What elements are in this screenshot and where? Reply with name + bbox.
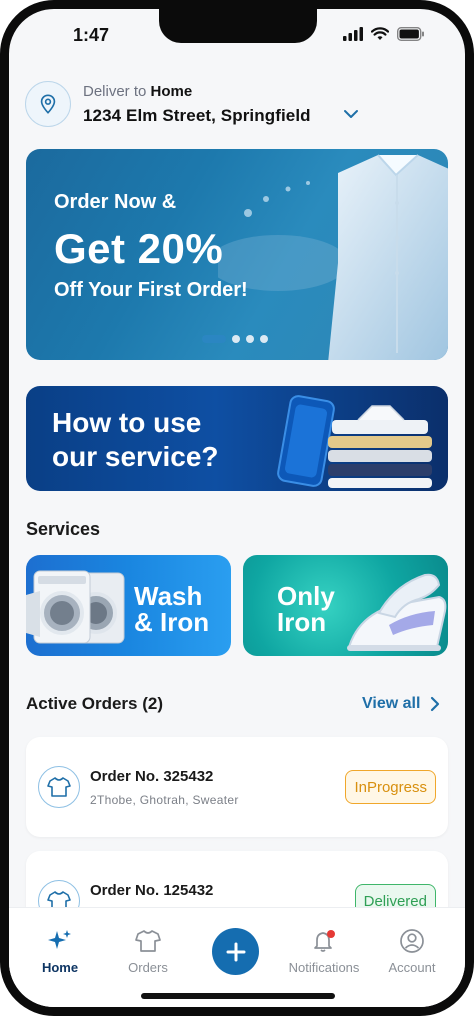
iron-icon [347,573,447,651]
services-heading: Services [26,519,101,539]
tab-orders[interactable]: Orders [103,926,193,975]
status-badge: InProgress [345,770,436,804]
status-time: 1:47 [73,25,110,45]
notch [159,9,317,43]
tab-label: Notifications [288,960,360,975]
tab-label: Home [41,960,79,975]
plus-icon [226,942,245,961]
signal-icon [343,27,363,41]
home-indicator [141,993,335,999]
wifi-icon [371,27,389,40]
bell-icon [279,926,369,956]
order-number: Order No. 325432 [90,768,214,785]
carousel-dot[interactable] [260,335,268,343]
tab-account[interactable]: Account [367,926,457,975]
phone-and-clothes-illustration [277,395,432,488]
chevron-down-icon [344,110,358,118]
service-card-only-iron[interactable]: Only Iron [243,555,448,656]
promo-line-3: Off Your First Order! [54,279,248,301]
delivery-address-selector[interactable]: Deliver to Home 1234 Elm Street, Springf… [25,79,465,139]
active-orders-heading: Active Orders (2) [26,694,163,713]
order-number: Order No. 125432 [90,882,214,899]
service-card-wash-iron[interactable]: Wash & Iron [26,555,231,656]
service-title: Wash & Iron [134,581,210,637]
tab-home[interactable]: Home [15,926,105,975]
tab-label: Account [388,960,436,975]
shirt-illustration [218,154,448,360]
promo-headline: Get 20% [54,225,224,272]
carousel-dots [202,335,268,343]
tab-notifications[interactable]: Notifications [279,926,369,975]
tshirt-icon [103,926,193,956]
battery-icon [397,27,424,41]
bottom-tab-bar: Home Orders Notifications Account [9,907,465,1007]
promo-line-1: Order Now & [54,191,177,213]
howto-line-2: our service? [52,441,219,472]
deliver-place: Home [150,83,193,100]
carousel-dot[interactable] [246,335,254,343]
location-pin-icon [25,81,71,127]
user-icon [367,926,457,956]
service-title: Only Iron [277,581,335,637]
sparkle-icon [15,926,105,956]
promo-banner[interactable]: Order Now & Get 20% Off Your First Order… [26,149,448,360]
washing-machine-icon [26,570,125,644]
carousel-dot[interactable] [232,335,240,343]
phone-frame: 1:47 Deliver to Home 1234 Elm Street, Sp… [0,0,474,1016]
view-all-link[interactable]: View all [362,695,440,713]
how-to-use-banner[interactable]: How to use our service? [26,386,448,491]
deliver-to-label: Deliver to Home [83,83,193,100]
order-card[interactable]: Order No. 325432 2Thobe, Ghotrah, Sweate… [26,737,448,837]
add-order-button[interactable] [212,928,259,975]
carousel-dot[interactable] [202,335,226,343]
tshirt-icon [38,766,80,808]
delivery-address: 1234 Elm Street, Springfield [83,106,311,125]
tab-label: Orders [128,960,168,975]
order-items: 2Thobe, Ghotrah, Sweater [90,793,239,807]
howto-line-1: How to use [52,407,202,438]
chevron-right-icon [431,696,440,712]
